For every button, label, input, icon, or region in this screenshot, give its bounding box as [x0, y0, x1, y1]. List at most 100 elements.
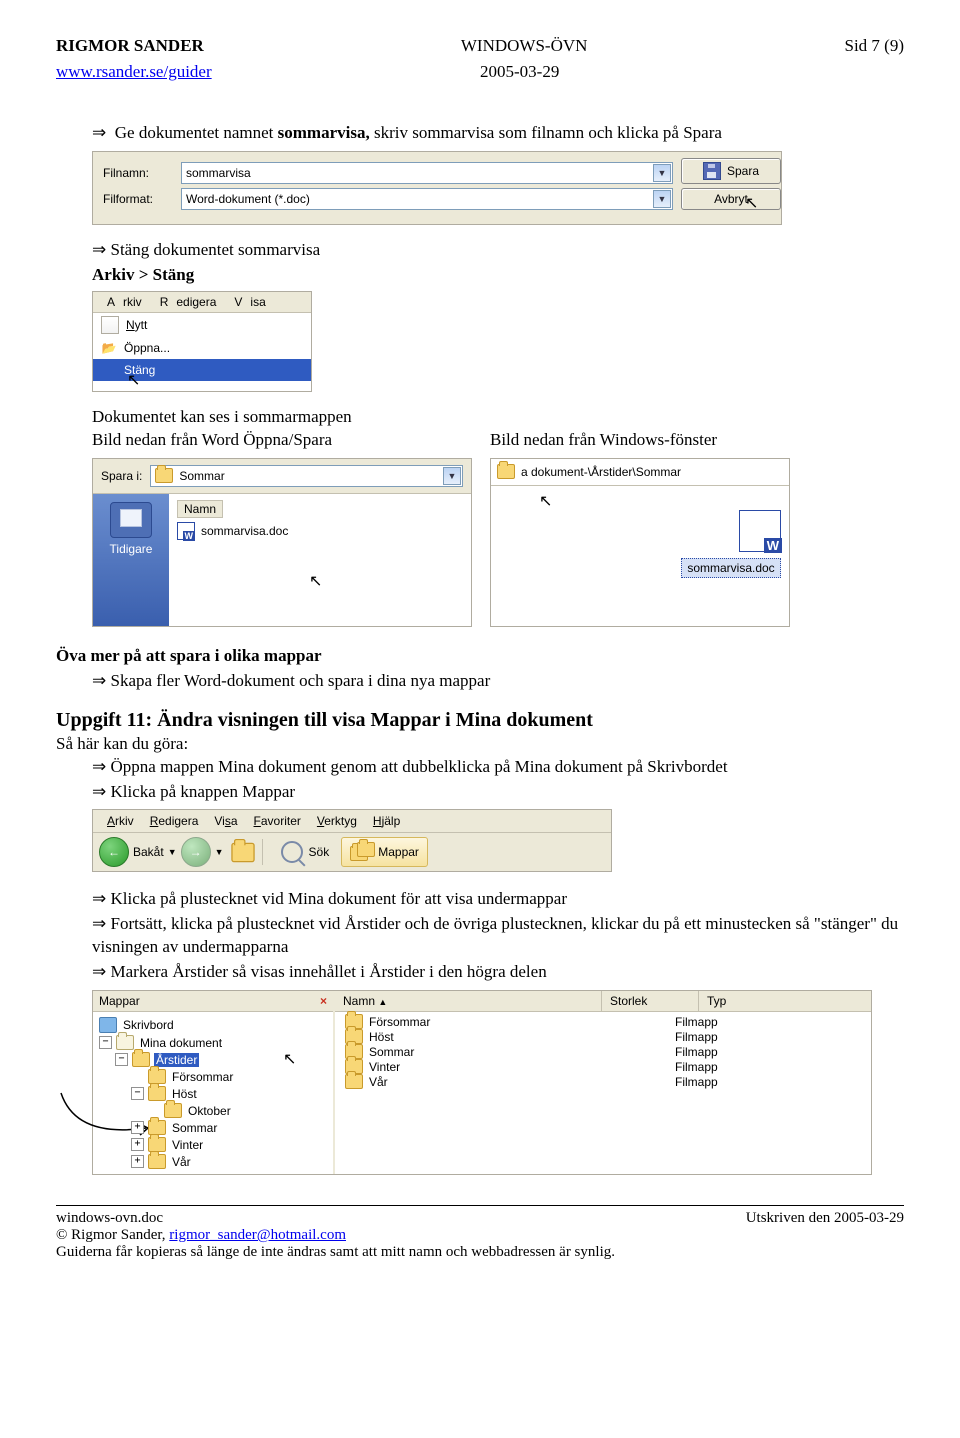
- instruction-give-name: Ge dokumentet namnet sommarvisa, skriv s…: [92, 122, 904, 145]
- tree-item-sommar[interactable]: + Sommar: [131, 1119, 327, 1136]
- word-save-in-screenshot: Spara i: Sommar ▼ Tidigare Namn sommarvi…: [92, 458, 472, 627]
- menu-redigera[interactable]: Redigera: [152, 295, 225, 309]
- explorer-toolbar-screenshot: Arkiv Redigera Visa Favoriter Verktyg Hj…: [92, 809, 612, 872]
- page-header: RIGMOR SANDER WINDOWS-ÖVN Sid 7 (9): [56, 36, 904, 56]
- back-label: Bakåt: [133, 845, 164, 859]
- header-date: 2005-03-29: [480, 62, 559, 82]
- dropdown-icon[interactable]: ▼: [653, 190, 671, 208]
- tb-menu-visa[interactable]: Visa: [208, 814, 243, 828]
- fileformat-label: Filformat:: [103, 192, 173, 206]
- word-doc-icon[interactable]: [739, 510, 781, 552]
- filename-input[interactable]: sommarvisa ▼: [181, 162, 673, 184]
- cursor-icon: ↖: [745, 196, 771, 212]
- folder-icon: [148, 1069, 166, 1084]
- folder-tree-screenshot: Mappar × Skrivbord − Mina dokument −: [92, 990, 872, 1175]
- search-button[interactable]: Sök: [273, 837, 338, 867]
- explorer-folder-screenshot: a dokument-\Årstider\Sommar ↖ sommarvisa…: [490, 458, 790, 627]
- footer-email-link[interactable]: rigmor_sander@hotmail.com: [169, 1227, 346, 1243]
- save-in-folder-select[interactable]: Sommar ▼: [150, 465, 463, 487]
- header-url-link[interactable]: www.rsander.se/guider: [56, 62, 212, 81]
- two-caption-row: Bild nedan från Word Öppna/Spara Bild ne…: [92, 429, 904, 452]
- col-type[interactable]: Typ: [699, 991, 871, 1011]
- save-in-label: Spara i:: [101, 469, 142, 483]
- menu-visa[interactable]: Visa: [226, 295, 273, 309]
- col-name[interactable]: Namn ▲: [335, 991, 602, 1011]
- dropdown-icon[interactable]: ▼: [443, 467, 461, 485]
- sommarmappen-caption: Dokumentet kan ses i sommarmappen: [92, 406, 904, 429]
- tree-item-forsommar[interactable]: Försommar: [131, 1068, 327, 1085]
- places-bar: Tidigare: [93, 494, 169, 626]
- history-icon: [110, 502, 152, 538]
- tree-item-minadokument[interactable]: − Mina dokument: [99, 1034, 327, 1051]
- menu-item-nytt[interactable]: Nytt: [93, 313, 311, 337]
- folders-button[interactable]: Mappar: [341, 837, 428, 867]
- menu-arkiv[interactable]: Arkiv: [99, 295, 150, 309]
- folders-icon: [350, 842, 372, 862]
- tree-item-skrivbord[interactable]: Skrivbord: [99, 1016, 327, 1034]
- arkiv-menu-screenshot: Arkiv Redigera Visa Nytt 📂 Öppna... Stän…: [92, 291, 312, 392]
- desktop-icon: [99, 1017, 117, 1033]
- forward-button[interactable]: →: [181, 837, 211, 867]
- dropdown-icon[interactable]: ▼: [653, 164, 671, 182]
- caption-right: Bild nedan från Windows-fönster: [490, 429, 717, 452]
- tree-item-vinter[interactable]: + Vinter: [131, 1136, 327, 1153]
- back-button[interactable]: ←: [99, 837, 129, 867]
- footer-printed-date: Utskriven den 2005-03-29: [746, 1210, 904, 1261]
- folder-icon: [148, 1086, 166, 1101]
- cursor-icon: ↖: [539, 494, 552, 510]
- list-row[interactable]: SommarFilmapp: [339, 1044, 867, 1059]
- new-doc-icon: [101, 316, 119, 334]
- save-button[interactable]: Spara: [681, 158, 781, 184]
- tb-menu-arkiv[interactable]: Arkiv: [101, 814, 140, 828]
- footer-separator: [56, 1205, 904, 1206]
- list-row[interactable]: VinterFilmapp: [339, 1059, 867, 1074]
- up-folder-icon[interactable]: [231, 843, 254, 863]
- folder-icon: [497, 464, 515, 479]
- address-bar[interactable]: a dokument-\Årstider\Sommar: [491, 459, 789, 486]
- open-folder-icon: 📂: [101, 340, 117, 356]
- header-pageinfo: Sid 7 (9): [845, 36, 905, 56]
- arkiv-stang-text: Arkiv > Stäng: [92, 264, 904, 287]
- tb-menu-hjalp[interactable]: Hjälp: [367, 814, 406, 828]
- tb-menu-favoriter[interactable]: Favoriter: [248, 814, 307, 828]
- tree-item-var[interactable]: + Vår: [131, 1153, 327, 1170]
- header-author: RIGMOR SANDER: [56, 36, 204, 56]
- collapse-icon[interactable]: −: [115, 1053, 128, 1066]
- list-row[interactable]: HöstFilmapp: [339, 1029, 867, 1044]
- tb-menu-redigera[interactable]: Redigera: [144, 814, 205, 828]
- floppy-icon: [703, 162, 721, 180]
- cursor-icon: ↖: [127, 373, 140, 389]
- fileformat-select[interactable]: Word-dokument (*.doc) ▼: [181, 188, 673, 210]
- list-row[interactable]: FörsommarFilmapp: [339, 1014, 867, 1029]
- tree-item-host[interactable]: − Höst: [131, 1085, 327, 1102]
- folder-open-icon: [132, 1052, 150, 1067]
- menu-item-stang[interactable]: Stäng: [93, 359, 311, 381]
- expand-icon[interactable]: +: [131, 1121, 144, 1134]
- step-markera-arstider: Markera Årstider så visas innehållet i Å…: [92, 961, 904, 984]
- tb-menu-verktyg[interactable]: Verktyg: [311, 814, 363, 828]
- search-icon: [281, 841, 303, 863]
- expand-icon[interactable]: +: [131, 1138, 144, 1151]
- collapse-icon[interactable]: −: [99, 1036, 112, 1049]
- tree-item-oktober[interactable]: Oktober: [147, 1102, 327, 1119]
- page-subheader: www.rsander.se/guider 2005-03-29: [56, 62, 904, 82]
- blank-icon: [101, 362, 117, 378]
- mydocs-icon: [116, 1035, 134, 1050]
- folder-icon: [345, 1074, 363, 1089]
- file-row[interactable]: sommarvisa.doc: [177, 522, 463, 540]
- column-header-name[interactable]: Namn: [177, 500, 223, 518]
- uppgift11-sub: Så här kan du göra:: [56, 734, 904, 754]
- step-plus-arstider: Fortsätt, klicka på plustecknet vid Årst…: [92, 913, 904, 959]
- list-row[interactable]: VårFilmapp: [339, 1074, 867, 1089]
- instruction-close-doc: Stäng dokumentet sommarvisa: [92, 239, 904, 262]
- collapse-icon[interactable]: −: [131, 1087, 144, 1100]
- footer-filename: windows-ovn.doc: [56, 1210, 615, 1227]
- cursor-icon: ↖: [283, 1052, 296, 1068]
- close-icon[interactable]: ×: [320, 994, 327, 1008]
- page-footer: windows-ovn.doc © Rigmor Sander, rigmor_…: [56, 1210, 904, 1261]
- expand-icon[interactable]: +: [131, 1155, 144, 1168]
- uppgift11-heading: Uppgift 11: Ändra visningen till visa Ma…: [56, 709, 904, 732]
- filename-label: Filnamn:: [103, 166, 173, 180]
- menu-item-oppna[interactable]: 📂 Öppna...: [93, 337, 311, 359]
- col-size[interactable]: Storlek: [602, 991, 699, 1011]
